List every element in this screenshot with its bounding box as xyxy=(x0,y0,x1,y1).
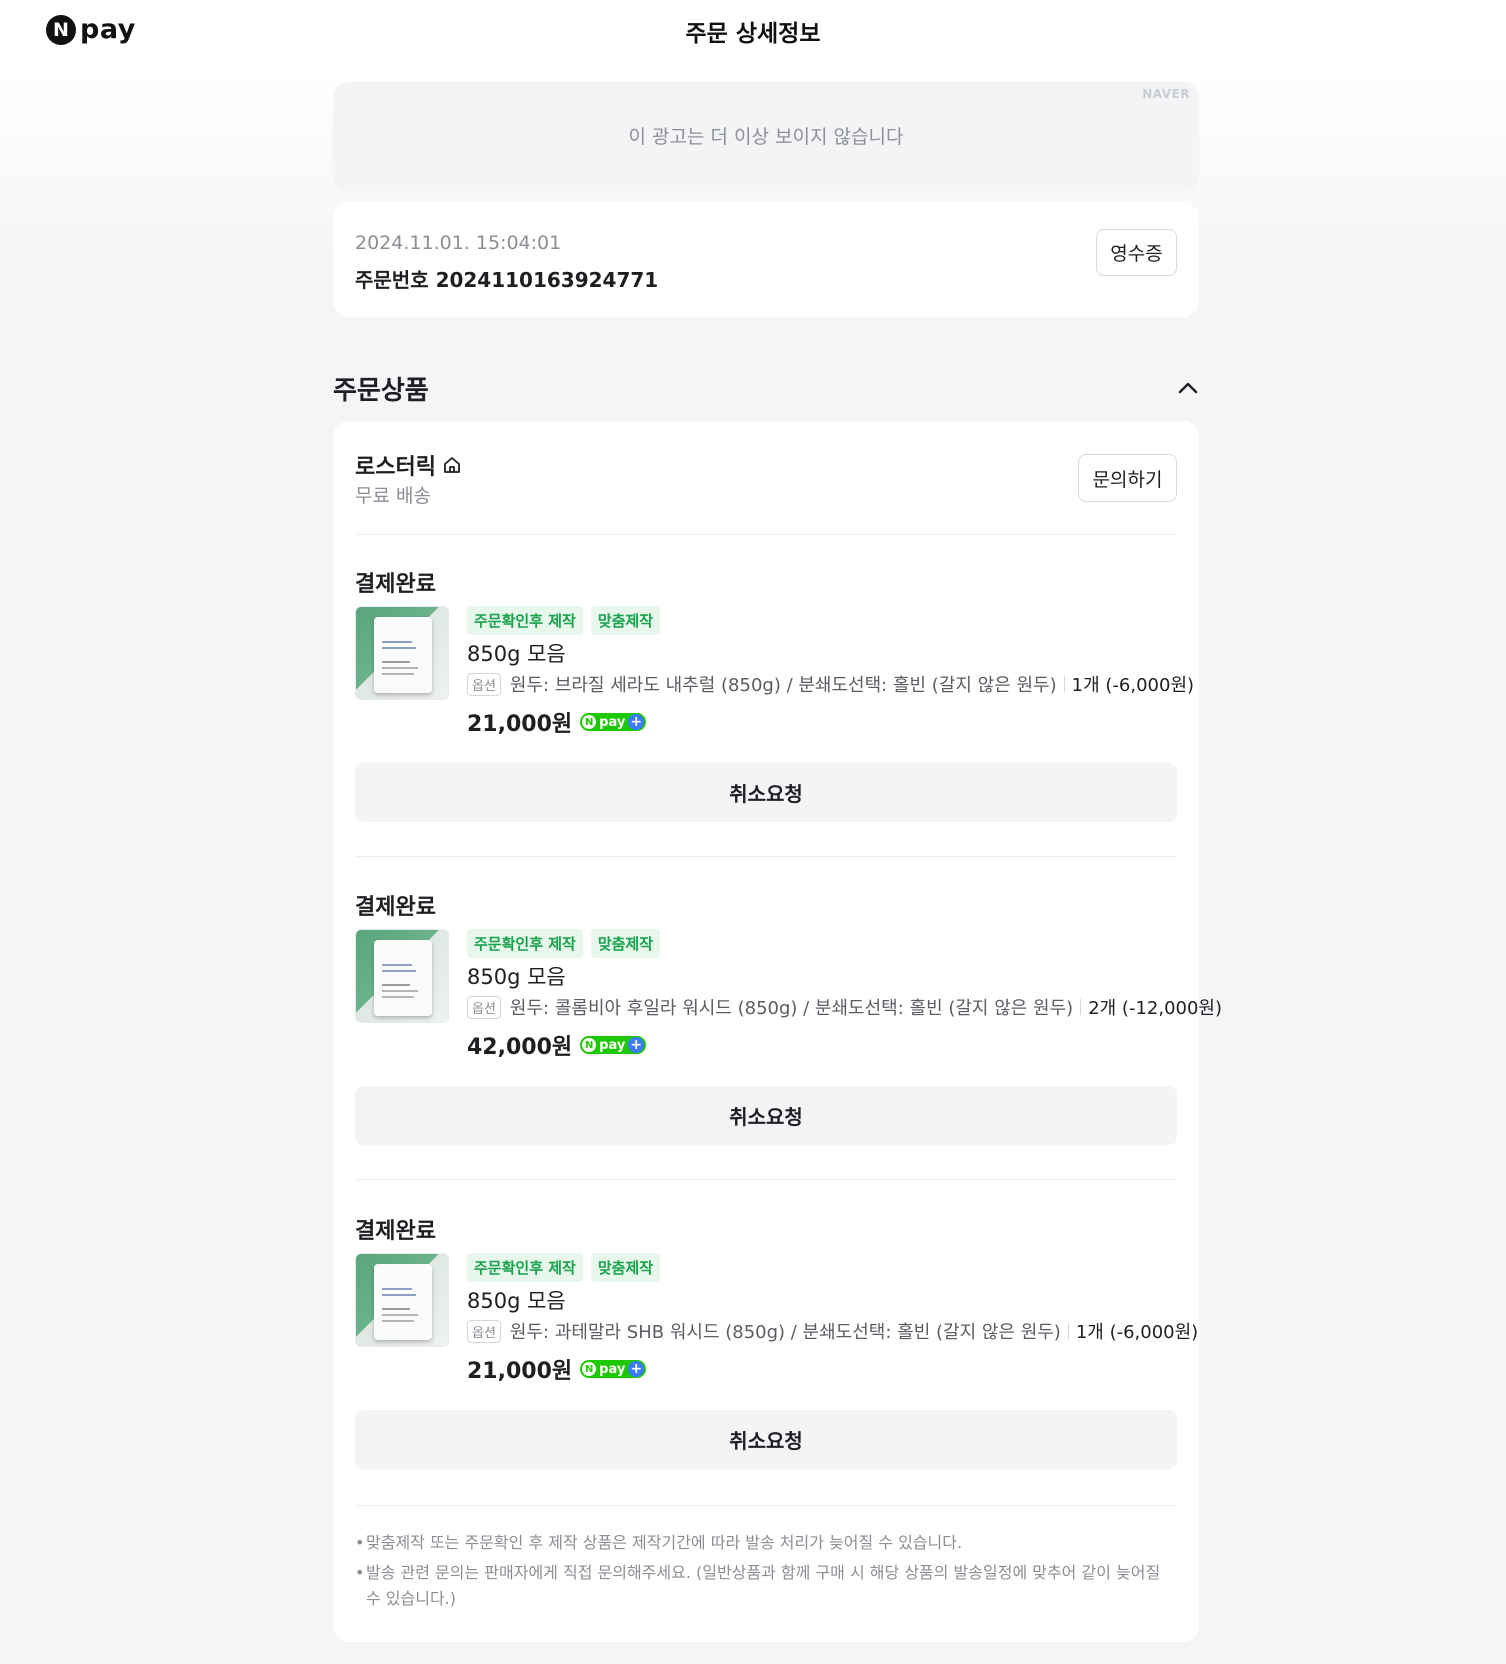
ad-hidden-message: 이 광고는 더 이상 보이지 않습니다 xyxy=(628,126,904,148)
option-badge: 옵션 xyxy=(467,672,501,696)
products-card: 로스터릭 무료 배송 문의하기 결제완료 주문확인후 제작 맞춤제작 850g … xyxy=(333,421,1222,1642)
tag-made-after-order: 주문확인후 제작 xyxy=(467,606,583,635)
cancel-request-button[interactable]: 취소요청 xyxy=(355,1086,1177,1145)
npay-n-icon: N xyxy=(582,1038,597,1052)
item-price: 21,000원 xyxy=(467,712,573,737)
plus-icon: + xyxy=(628,1361,645,1377)
item-tags: 주문확인후 제작 맞춤제작 xyxy=(467,929,661,958)
product-thumbnail[interactable] xyxy=(355,929,449,1023)
npay-n-icon: N xyxy=(582,715,597,729)
option-text: 원두: 콜롬비아 후일라 워시드 (850g) / 분쇄도선택: 홀빈 (갈지 … xyxy=(509,998,1074,1019)
price-line: 42,000원 N pay + xyxy=(467,1029,647,1061)
divider xyxy=(355,1179,1177,1180)
tag-custom-made: 맞춤제작 xyxy=(590,929,661,958)
tag-made-after-order: 주문확인후 제작 xyxy=(467,1253,583,1282)
order-number: 주문번호 2024110163924771 xyxy=(355,268,659,292)
product-option-line: 옵션 원두: 콜롬비아 후일라 워시드 (850g) / 분쇄도선택: 홀빈 (… xyxy=(467,994,1222,1020)
product-name[interactable]: 850g 모음 xyxy=(467,961,566,991)
npay-badge-text: pay xyxy=(599,714,626,730)
option-badge: 옵션 xyxy=(467,1319,501,1343)
separator xyxy=(1063,676,1065,692)
item-status: 결제완료 xyxy=(355,572,436,597)
divider xyxy=(355,1505,1177,1506)
shipping-notes: 맞춤제작 또는 주문확인 후 제작 상품은 제작기간에 따라 발송 처리가 늦어… xyxy=(355,1530,1177,1612)
chevron-up-icon[interactable] xyxy=(1177,377,1199,399)
option-text: 원두: 과테말라 SHB 워시드 (850g) / 분쇄도선택: 홀빈 (갈지 … xyxy=(509,1322,1061,1343)
item-tags: 주문확인후 제작 맞춤제작 xyxy=(467,1253,661,1282)
npay-plus-badge: N pay + xyxy=(580,1360,647,1378)
top-bar: N pay 주문 상세정보 xyxy=(0,0,1506,62)
order-datetime: 2024.11.01. 15:04:01 xyxy=(355,232,562,254)
product-thumbnail[interactable] xyxy=(355,606,449,700)
ad-banner: NAVER 이 광고는 더 이상 보이지 않습니다 xyxy=(333,82,1199,190)
home-icon xyxy=(444,457,460,473)
option-badge: 옵션 xyxy=(467,995,501,1019)
item-status: 결제완료 xyxy=(355,895,436,920)
page-title: 주문 상세정보 xyxy=(685,21,821,47)
divider xyxy=(355,856,1177,857)
option-quantity: 1개 (-6,000원) xyxy=(1075,1322,1199,1343)
inquiry-button[interactable]: 문의하기 xyxy=(1078,454,1177,502)
separator xyxy=(1067,1323,1069,1339)
npay-badge-text: pay xyxy=(599,1361,626,1377)
price-line: 21,000원 N pay + xyxy=(467,706,647,738)
order-item: 결제완료 주문확인후 제작 맞춤제작 850g 모음 옵션 원두: 콜롬비아 후… xyxy=(355,889,1222,1179)
npay-plus-badge: N pay + xyxy=(580,1036,647,1054)
seller-name: 로스터릭 xyxy=(355,455,436,480)
npay-badge-text: pay xyxy=(599,1037,626,1053)
seller-name-row[interactable]: 로스터릭 xyxy=(355,449,462,481)
tag-made-after-order: 주문확인후 제작 xyxy=(467,929,583,958)
note-item: 발송 관련 문의는 판매자에게 직접 문의해주세요. (일반상품과 함께 구매 … xyxy=(355,1560,1177,1612)
shipping-info: 무료 배송 xyxy=(355,485,431,507)
separator xyxy=(1080,999,1082,1015)
section-title: 주문상품 xyxy=(333,376,429,406)
product-option-line: 옵션 원두: 브라질 세라도 내추럴 (850g) / 분쇄도선택: 홀빈 (갈… xyxy=(467,671,1194,697)
order-item: 결제완료 주문확인후 제작 맞춤제작 850g 모음 옵션 원두: 브라질 세라… xyxy=(355,566,1194,856)
note-item: 맞춤제작 또는 주문확인 후 제작 상품은 제작기간에 따라 발송 처리가 늦어… xyxy=(355,1530,1177,1556)
option-text: 원두: 브라질 세라도 내추럴 (850g) / 분쇄도선택: 홀빈 (갈지 않… xyxy=(509,675,1057,696)
item-status: 결제완료 xyxy=(355,1219,436,1244)
option-quantity: 2개 (-12,000원) xyxy=(1088,998,1223,1019)
plus-icon: + xyxy=(628,714,645,730)
product-name[interactable]: 850g 모음 xyxy=(467,638,566,668)
order-item: 결제완료 주문확인후 제작 맞춤제작 850g 모음 옵션 원두: 과테말라 S… xyxy=(355,1213,1198,1503)
cancel-request-button[interactable]: 취소요청 xyxy=(355,1410,1177,1469)
npay-n-icon: N xyxy=(582,1362,597,1376)
product-option-line: 옵션 원두: 과테말라 SHB 워시드 (850g) / 분쇄도선택: 홀빈 (… xyxy=(467,1318,1198,1344)
cancel-request-button[interactable]: 취소요청 xyxy=(355,763,1177,822)
price-line: 21,000원 N pay + xyxy=(467,1353,647,1385)
product-thumbnail[interactable] xyxy=(355,1253,449,1347)
npay-plus-badge: N pay + xyxy=(580,713,647,731)
order-info-card: 2024.11.01. 15:04:01 주문번호 20241101639247… xyxy=(333,202,1199,317)
product-name[interactable]: 850g 모음 xyxy=(467,1285,566,1315)
item-tags: 주문확인후 제작 맞춤제작 xyxy=(467,606,661,635)
item-price: 21,000원 xyxy=(467,1359,573,1384)
tag-custom-made: 맞춤제작 xyxy=(590,1253,661,1282)
option-quantity: 1개 (-6,000원) xyxy=(1071,675,1195,696)
divider xyxy=(355,534,1177,535)
ad-brand-label: NAVER xyxy=(1142,87,1190,101)
receipt-button[interactable]: 영수증 xyxy=(1096,229,1177,276)
tag-custom-made: 맞춤제작 xyxy=(590,606,661,635)
item-price: 42,000원 xyxy=(467,1035,573,1060)
plus-icon: + xyxy=(628,1037,645,1053)
